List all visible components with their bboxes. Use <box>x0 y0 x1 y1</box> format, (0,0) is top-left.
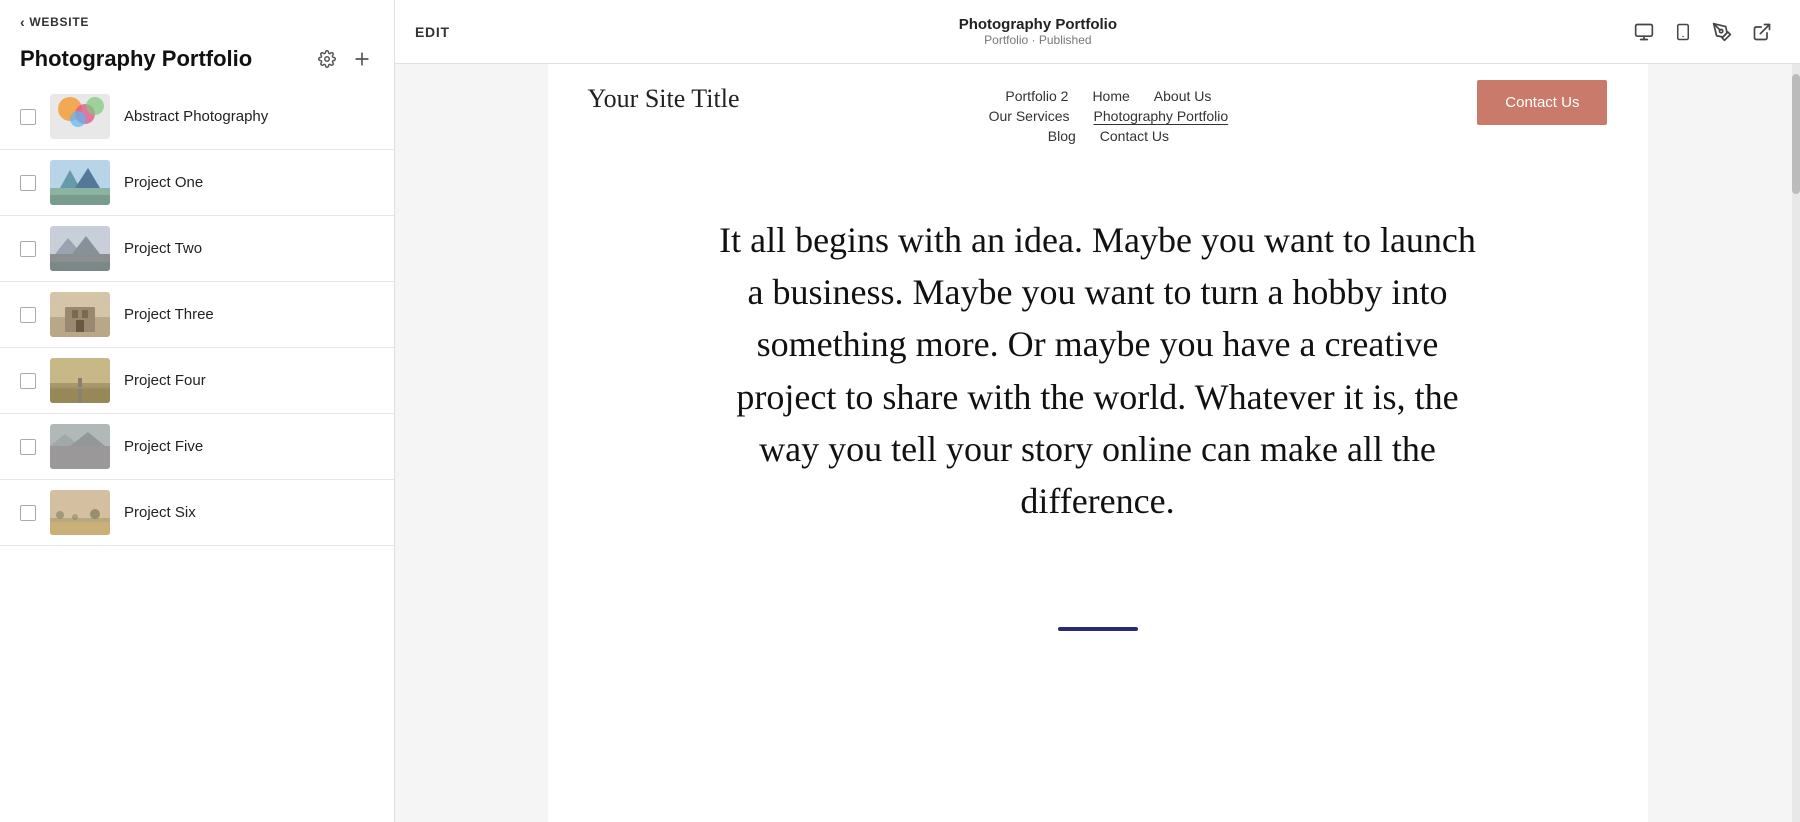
mobile-view-button[interactable] <box>1666 14 1700 50</box>
hero-text: It all begins with an idea. Maybe you wa… <box>708 214 1488 527</box>
item-thumbnail <box>50 292 110 337</box>
scrollbar[interactable] <box>1792 64 1800 822</box>
topbar: EDIT Photography Portfolio Portfolio · P… <box>395 0 1800 64</box>
website-nav: Your Site Title Portfolio 2 Home About U… <box>548 64 1648 154</box>
item-label: Abstract Photography <box>124 108 268 125</box>
back-button[interactable]: ‹ WEBSITE <box>20 14 89 30</box>
scrollbar-thumb[interactable] <box>1792 74 1800 194</box>
topbar-site-name: Photography Portfolio <box>959 16 1117 33</box>
list-item[interactable]: Project Two <box>0 216 394 282</box>
nav-link-blog[interactable]: Blog <box>1048 128 1076 144</box>
sidebar-header: ‹ WEBSITE <box>0 0 394 38</box>
settings-button[interactable] <box>316 48 338 70</box>
edit-label: EDIT <box>415 24 450 40</box>
item-label: Project Four <box>124 372 206 389</box>
contact-us-button[interactable]: Contact Us <box>1477 80 1607 125</box>
list-item[interactable]: Abstract Photography <box>0 84 394 150</box>
topbar-actions <box>1626 14 1780 50</box>
item-thumbnail <box>50 424 110 469</box>
item-label: Project Two <box>124 240 202 257</box>
hero-section: It all begins with an idea. Maybe you wa… <box>548 154 1648 607</box>
item-thumbnail <box>50 160 110 205</box>
nav-link-services[interactable]: Our Services <box>989 108 1070 124</box>
nav-link-home[interactable]: Home <box>1092 88 1129 104</box>
topbar-center: Photography Portfolio Portfolio · Publis… <box>959 16 1117 47</box>
item-checkbox[interactable] <box>20 307 36 323</box>
nav-links: Portfolio 2 Home About Us Our Services P… <box>989 88 1229 144</box>
site-title: Your Site Title <box>588 84 740 114</box>
add-item-button[interactable] <box>350 47 374 71</box>
preview-area: Your Site Title Portfolio 2 Home About U… <box>395 64 1800 822</box>
item-checkbox[interactable] <box>20 439 36 455</box>
list-item[interactable]: Project Five <box>0 414 394 480</box>
nav-row-3: Blog Contact Us <box>1048 128 1169 144</box>
nav-link-portfolio2[interactable]: Portfolio 2 <box>1005 88 1068 104</box>
item-label: Project Three <box>124 306 214 323</box>
list-item[interactable]: Project Three <box>0 282 394 348</box>
open-external-button[interactable] <box>1744 14 1780 50</box>
back-label: WEBSITE <box>29 15 89 29</box>
chevron-left-icon: ‹ <box>20 14 25 30</box>
list-item[interactable]: Project Four <box>0 348 394 414</box>
item-label: Project Five <box>124 438 203 455</box>
item-thumbnail <box>50 226 110 271</box>
portfolio-list: Abstract Photography Project One <box>0 84 394 546</box>
item-thumbnail <box>50 94 110 139</box>
item-thumbnail <box>50 358 110 403</box>
sidebar: ‹ WEBSITE Photography Portfolio <box>0 0 395 822</box>
item-checkbox[interactable] <box>20 241 36 257</box>
item-checkbox[interactable] <box>20 175 36 191</box>
sidebar-title-row: Photography Portfolio <box>0 38 394 84</box>
item-label: Project One <box>124 174 203 191</box>
scroll-indicator <box>1058 627 1138 631</box>
sidebar-title: Photography Portfolio <box>20 46 252 72</box>
item-checkbox[interactable] <box>20 373 36 389</box>
item-thumbnail <box>50 490 110 535</box>
sidebar-title-actions <box>316 47 374 71</box>
item-label: Project Six <box>124 504 196 521</box>
nav-link-about[interactable]: About Us <box>1154 88 1212 104</box>
nav-row-2: Our Services Photography Portfolio <box>989 108 1229 124</box>
nav-row-1: Portfolio 2 Home About Us <box>1005 88 1211 104</box>
list-item[interactable]: Project One <box>0 150 394 216</box>
desktop-view-button[interactable] <box>1626 14 1662 50</box>
nav-link-contact[interactable]: Contact Us <box>1100 128 1169 144</box>
main-area: EDIT Photography Portfolio Portfolio · P… <box>395 0 1800 822</box>
website-preview: Your Site Title Portfolio 2 Home About U… <box>548 64 1648 822</box>
topbar-status: Portfolio · Published <box>984 33 1091 47</box>
style-button[interactable] <box>1704 14 1740 50</box>
item-checkbox[interactable] <box>20 109 36 125</box>
item-checkbox[interactable] <box>20 505 36 521</box>
bottom-indicator <box>548 607 1648 651</box>
list-item[interactable]: Project Six <box>0 480 394 546</box>
nav-link-photography[interactable]: Photography Portfolio <box>1094 108 1229 124</box>
